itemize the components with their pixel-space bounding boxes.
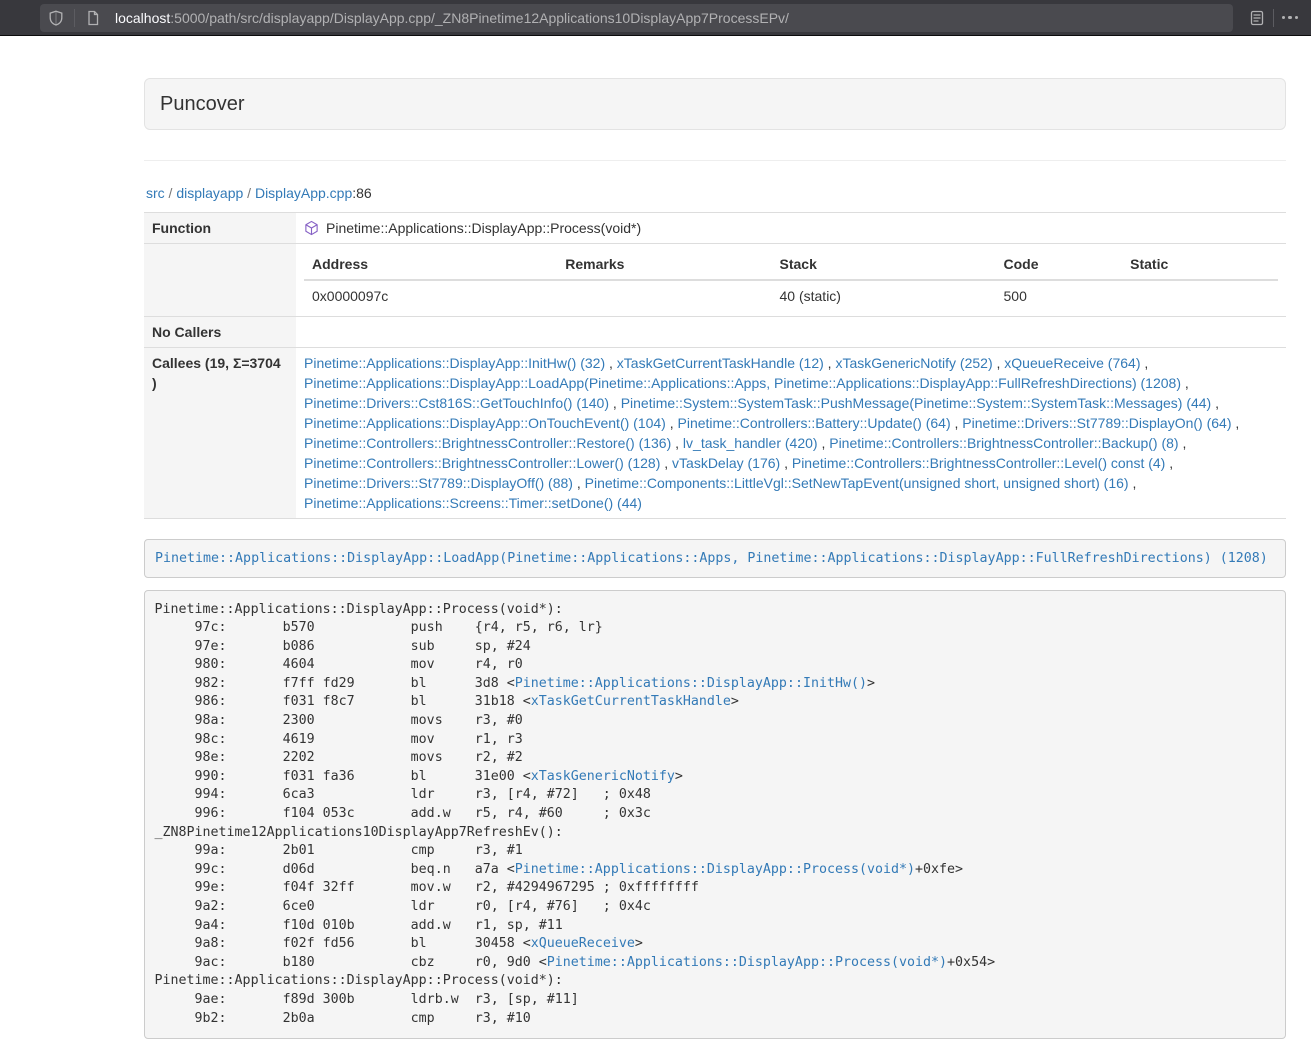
breadcrumb-link-displayapp[interactable]: displayapp <box>176 185 243 201</box>
url-path: :5000/path/src/displayapp/DisplayApp.cpp… <box>170 10 789 26</box>
url-bar[interactable]: localhost:5000/path/src/displayapp/Displ… <box>40 4 1233 32</box>
breadcrumb-link-file[interactable]: DisplayApp.cpp <box>255 185 352 201</box>
toolbar-actions <box>1243 4 1304 32</box>
page-content: Puncover src / displayapp / DisplayApp.c… <box>144 36 1286 1039</box>
app-title: Puncover <box>160 94 1270 115</box>
callee-link[interactable]: lv_task_handler (420) <box>683 435 818 451</box>
stats-value-cell <box>1122 280 1278 311</box>
function-row-label: Function <box>144 213 296 244</box>
browser-toolbar: localhost:5000/path/src/displayapp/Displ… <box>0 0 1311 36</box>
function-name: Pinetime::Applications::DisplayApp::Proc… <box>326 218 641 238</box>
no-callers-row: No Callers <box>144 317 1286 348</box>
callee-link[interactable]: xTaskGenericNotify (252) <box>835 355 992 371</box>
stats-header-row: AddressRemarksStackCodeStatic <box>304 249 1278 280</box>
function-table: Function Pinetime::Applications::Display… <box>144 212 1286 519</box>
callee-link[interactable]: xTaskGetCurrentTaskHandle (12) <box>617 355 824 371</box>
url-bar-divider <box>74 9 75 27</box>
callee-link[interactable]: Pinetime::Drivers::St7789::DisplayOn() (… <box>962 415 1231 431</box>
code-symbol-link[interactable]: xTaskGetCurrentTaskHandle <box>531 694 731 709</box>
breadcrumb: src / displayapp / DisplayApp.cpp:86 <box>146 183 1286 203</box>
no-callers-label: No Callers <box>144 317 296 348</box>
shield-icon[interactable] <box>48 10 64 26</box>
callees-row: Callees (19, Σ=3704 ) Pinetime::Applicat… <box>144 348 1286 519</box>
callee-link[interactable]: Pinetime::Controllers::BrightnessControl… <box>304 455 660 471</box>
breadcrumb-separator: / <box>243 185 255 201</box>
breadcrumb-link-src[interactable]: src <box>146 185 165 201</box>
stats-value-cell: 0x0000097c <box>304 280 557 311</box>
callee-link[interactable]: Pinetime::Applications::DisplayApp::Init… <box>304 355 605 371</box>
app-header-panel: Puncover <box>144 78 1286 130</box>
highlighted-callee-box: Pinetime::Applications::DisplayApp::Load… <box>144 539 1286 578</box>
stats-value-cell: 500 <box>996 280 1123 311</box>
callee-link[interactable]: Pinetime::Controllers::BrightnessControl… <box>829 435 1178 451</box>
stats-header-cell: Address <box>304 249 557 280</box>
toolbar-divider <box>1273 9 1274 27</box>
breadcrumb-separator: / <box>165 185 177 201</box>
page-icon[interactable] <box>85 10 101 26</box>
callee-link[interactable]: xQueueReceive (764) <box>1004 355 1140 371</box>
callee-link[interactable]: Pinetime::System::SystemTask::PushMessag… <box>621 395 1212 411</box>
callee-link[interactable]: Pinetime::Applications::Screens::Timer::… <box>304 495 642 511</box>
reader-mode-icon <box>1249 10 1265 26</box>
callee-link[interactable]: Pinetime::Controllers::Battery::Update()… <box>678 415 951 431</box>
callees-label: Callees (19, Σ=3704 ) <box>144 348 296 519</box>
highlighted-callee-link[interactable]: Pinetime::Applications::DisplayApp::Load… <box>155 551 1268 566</box>
stats-header-cell: Static <box>1122 249 1278 280</box>
callee-link[interactable]: Pinetime::Drivers::Cst816S::GetTouchInfo… <box>304 395 609 411</box>
stats-value-row: 0x0000097c 40 (static)500 <box>304 280 1278 311</box>
code-symbol-link[interactable]: xTaskGenericNotify <box>531 769 675 784</box>
divider-rule <box>144 160 1286 161</box>
url-text: localhost:5000/path/src/displayapp/Displ… <box>115 10 789 26</box>
overflow-menu-button[interactable] <box>1276 4 1304 32</box>
symbol-cube-icon <box>304 220 319 236</box>
callee-link[interactable]: Pinetime::Components::LittleVgl::SetNewT… <box>585 475 1129 491</box>
stats-header-cell: Stack <box>772 249 996 280</box>
callee-link[interactable]: Pinetime::Drivers::St7789::DisplayOff() … <box>304 475 573 491</box>
stats-table: AddressRemarksStackCodeStatic 0x0000097c… <box>304 249 1278 311</box>
callees-cell: Pinetime::Applications::DisplayApp::Init… <box>296 348 1286 519</box>
function-row: Function Pinetime::Applications::Display… <box>144 213 1286 244</box>
url-host: localhost <box>115 10 170 26</box>
callee-link[interactable]: Pinetime::Controllers::BrightnessControl… <box>304 435 671 451</box>
code-symbol-link[interactable]: Pinetime::Applications::DisplayApp::Proc… <box>515 862 915 877</box>
callee-link[interactable]: Pinetime::Controllers::BrightnessControl… <box>792 455 1165 471</box>
reader-mode-button[interactable] <box>1243 4 1271 32</box>
breadcrumb-line-number: :86 <box>352 185 371 201</box>
stats-header-cell: Remarks <box>557 249 771 280</box>
code-symbol-link[interactable]: Pinetime::Applications::DisplayApp::Init… <box>515 676 867 691</box>
callee-link[interactable]: Pinetime::Applications::DisplayApp::Load… <box>304 375 1181 391</box>
stats-row: AddressRemarksStackCodeStatic 0x0000097c… <box>144 244 1286 317</box>
code-symbol-link[interactable]: xQueueReceive <box>531 936 635 951</box>
overflow-menu-icon <box>1282 16 1299 20</box>
callee-link[interactable]: Pinetime::Applications::DisplayApp::OnTo… <box>304 415 666 431</box>
callee-link[interactable]: vTaskDelay (176) <box>672 455 780 471</box>
stats-value-cell: 40 (static) <box>772 280 996 311</box>
code-symbol-link[interactable]: Pinetime::Applications::DisplayApp::Proc… <box>547 955 947 970</box>
stats-header-cell: Code <box>996 249 1123 280</box>
stats-value-cell <box>557 280 771 311</box>
disassembly: Pinetime::Applications::DisplayApp::Proc… <box>144 590 1286 1039</box>
